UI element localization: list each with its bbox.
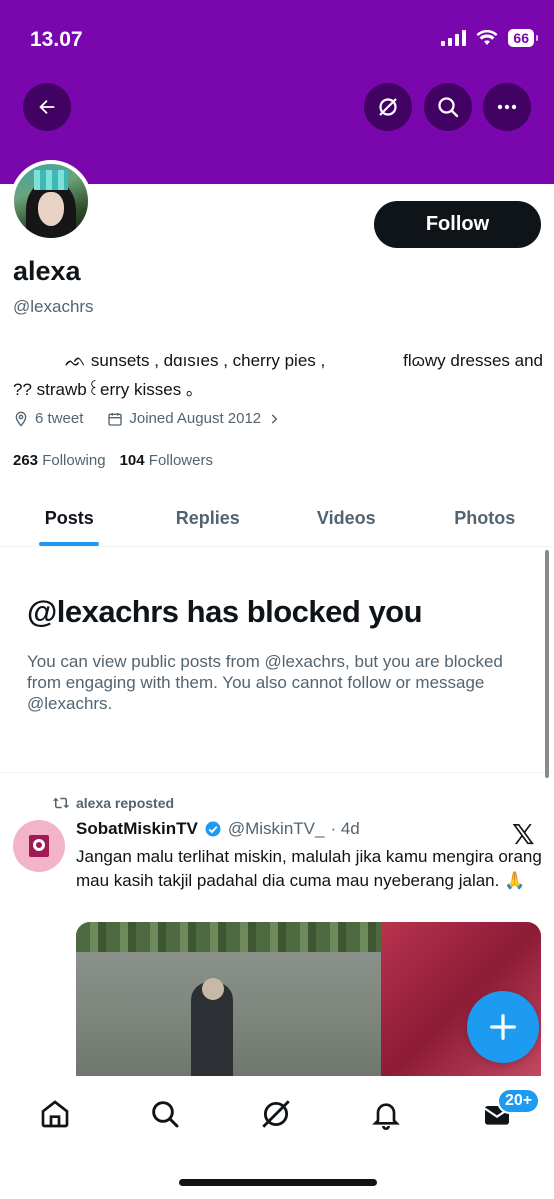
compose-button[interactable] (467, 991, 539, 1063)
home-indicator[interactable] (179, 1179, 377, 1186)
bio-text-1b: flɷwy dresses and (403, 351, 543, 370)
grok-button[interactable] (364, 83, 412, 131)
bio-text-1a: ᨒ sunsets , dɑısıes , cherry pies , (65, 351, 326, 370)
bio-text-2: ?? strawb꒰erry kisses ｡ (13, 380, 195, 399)
tv-eye-icon (29, 835, 49, 857)
more-icon (497, 104, 517, 110)
grok-icon (262, 1100, 290, 1128)
profile-avatar[interactable] (10, 160, 92, 242)
nav-home[interactable] (35, 1094, 75, 1134)
profile-stats: 263 Following 104 Followers (13, 452, 213, 469)
search-icon (152, 1101, 179, 1128)
repost-icon (52, 797, 70, 809)
back-button[interactable] (23, 83, 71, 131)
profile-joined: Joined August 2012 (129, 410, 262, 427)
nav-grok[interactable] (256, 1094, 296, 1134)
tab-videos[interactable]: Videos (277, 490, 416, 546)
status-icons: 66 (441, 29, 538, 47)
following-link[interactable]: 263 Following (13, 452, 106, 469)
scrollbar[interactable] (545, 550, 549, 778)
signal-icon (441, 30, 467, 46)
search-icon (438, 97, 459, 118)
followers-label: Followers (148, 452, 213, 469)
grok-icon (379, 98, 397, 116)
calendar-icon (108, 412, 123, 426)
repost-label: alexa reposted (76, 795, 175, 811)
messages-badge: 20+ (497, 1088, 541, 1114)
following-count: 263 (13, 452, 39, 469)
tweet-display-name[interactable]: SobatMiskinTV (76, 819, 198, 839)
notifications-icon (372, 1103, 400, 1130)
profile-tabs: Posts Replies Videos Photos (0, 490, 554, 547)
home-icon (41, 1100, 69, 1128)
tweet-media[interactable] (76, 922, 541, 1082)
tweet-avatar[interactable] (13, 820, 65, 872)
profile-meta: 6 tweet Joined August 2012 (13, 410, 281, 427)
following-label: Following (42, 452, 106, 469)
battery-indicator: 66 (508, 29, 538, 47)
nav-search[interactable] (145, 1094, 185, 1134)
profile-bio: ᨒ sunsets , dɑısıes , cherry pies , flɷw… (13, 346, 543, 404)
tweet-header: SobatMiskinTV @MiskinTV_ · 4d (76, 819, 546, 839)
repost-indicator: alexa reposted (52, 795, 174, 811)
profile-name: alexa (13, 256, 81, 286)
profile-banner (0, 0, 554, 184)
blocked-title: @lexachrs has blocked you (27, 594, 423, 629)
blocked-description: You can view public posts from @lexachrs… (27, 652, 503, 713)
tab-posts[interactable]: Posts (0, 490, 139, 546)
followers-link[interactable]: 104 Followers (120, 452, 213, 469)
back-arrow-icon (39, 99, 55, 115)
tweet-text: Jangan malu terlihat miskin, malulah jik… (76, 847, 542, 890)
follow-button[interactable]: Follow (374, 201, 541, 248)
more-button[interactable] (483, 83, 531, 131)
nav-notifications[interactable] (366, 1094, 406, 1134)
wifi-icon (476, 30, 498, 45)
profile-location: 6 tweet (35, 410, 84, 427)
followers-count: 104 (119, 452, 145, 469)
tab-replies[interactable]: Replies (139, 490, 278, 546)
tweet-handle[interactable]: @MiskinTV_ (228, 819, 325, 839)
tweet-time: · 4d (330, 819, 360, 838)
tab-photos[interactable]: Photos (416, 490, 554, 546)
chevron-right-icon[interactable] (267, 412, 281, 426)
divider (0, 772, 554, 773)
profile-handle: @lexachrs (13, 297, 94, 316)
plus-icon (490, 1014, 516, 1040)
search-button[interactable] (424, 83, 472, 131)
verified-badge-icon (205, 821, 221, 837)
location-icon (15, 411, 27, 427)
status-time: 13.07 (30, 28, 83, 51)
